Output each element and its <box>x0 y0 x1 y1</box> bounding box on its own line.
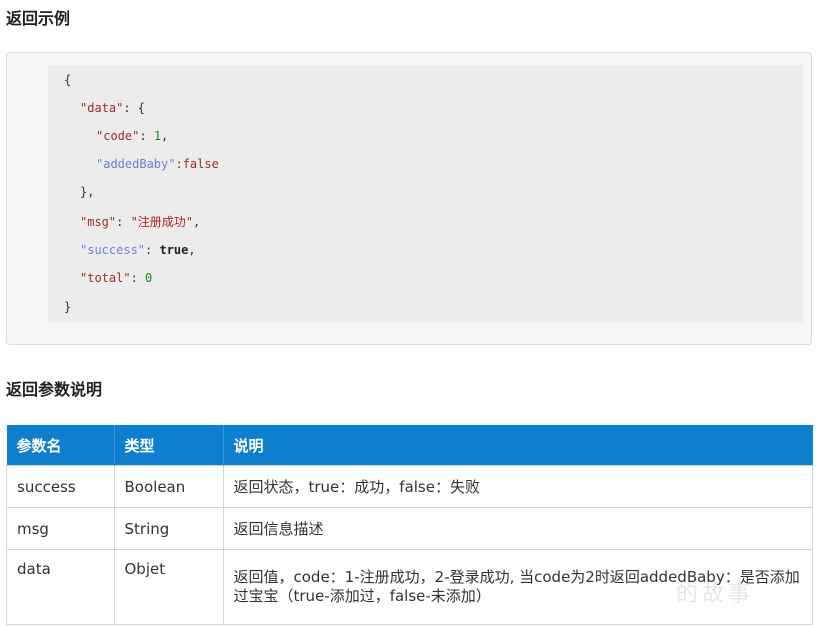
code-line-6: "msg": "注册成功", <box>80 215 201 229</box>
code-line-4: "addedBaby":false <box>96 157 219 171</box>
table-header-row: 参数名 类型 说明 <box>6 425 813 466</box>
cell-type: String <box>113 507 224 550</box>
cell-param: data <box>6 549 115 625</box>
code-line-7: "success": true, <box>80 243 196 257</box>
params-heading: 返回参数说明 <box>6 380 103 399</box>
table-row: msg String 返回信息描述 <box>6 507 813 550</box>
header-type: 类型 <box>114 425 224 466</box>
code-line-2: "data": { <box>80 101 146 115</box>
cell-type: Objet <box>113 549 224 625</box>
code-line-3: "code": 1, <box>96 129 169 143</box>
cell-type: Boolean <box>113 465 224 508</box>
cell-param: success <box>6 465 115 508</box>
cell-description: 返回信息描述 <box>222 507 813 550</box>
header-param-name: 参数名 <box>6 425 115 466</box>
cell-param: msg <box>6 507 115 550</box>
code-line-1: { <box>64 73 72 87</box>
code-line-5: }, <box>80 185 95 199</box>
header-description: 说明 <box>223 425 813 466</box>
code-line-8: "total": 0 <box>80 271 153 285</box>
watermark: 的故事 <box>676 582 755 607</box>
table-row: success Boolean 返回状态，true：成功，false：失败 <box>6 465 813 508</box>
code-line-9: } <box>64 300 72 314</box>
code-block-inner <box>48 65 802 323</box>
example-heading: 返回示例 <box>6 9 71 28</box>
cell-description: 返回状态，true：成功，false：失败 <box>222 465 813 508</box>
